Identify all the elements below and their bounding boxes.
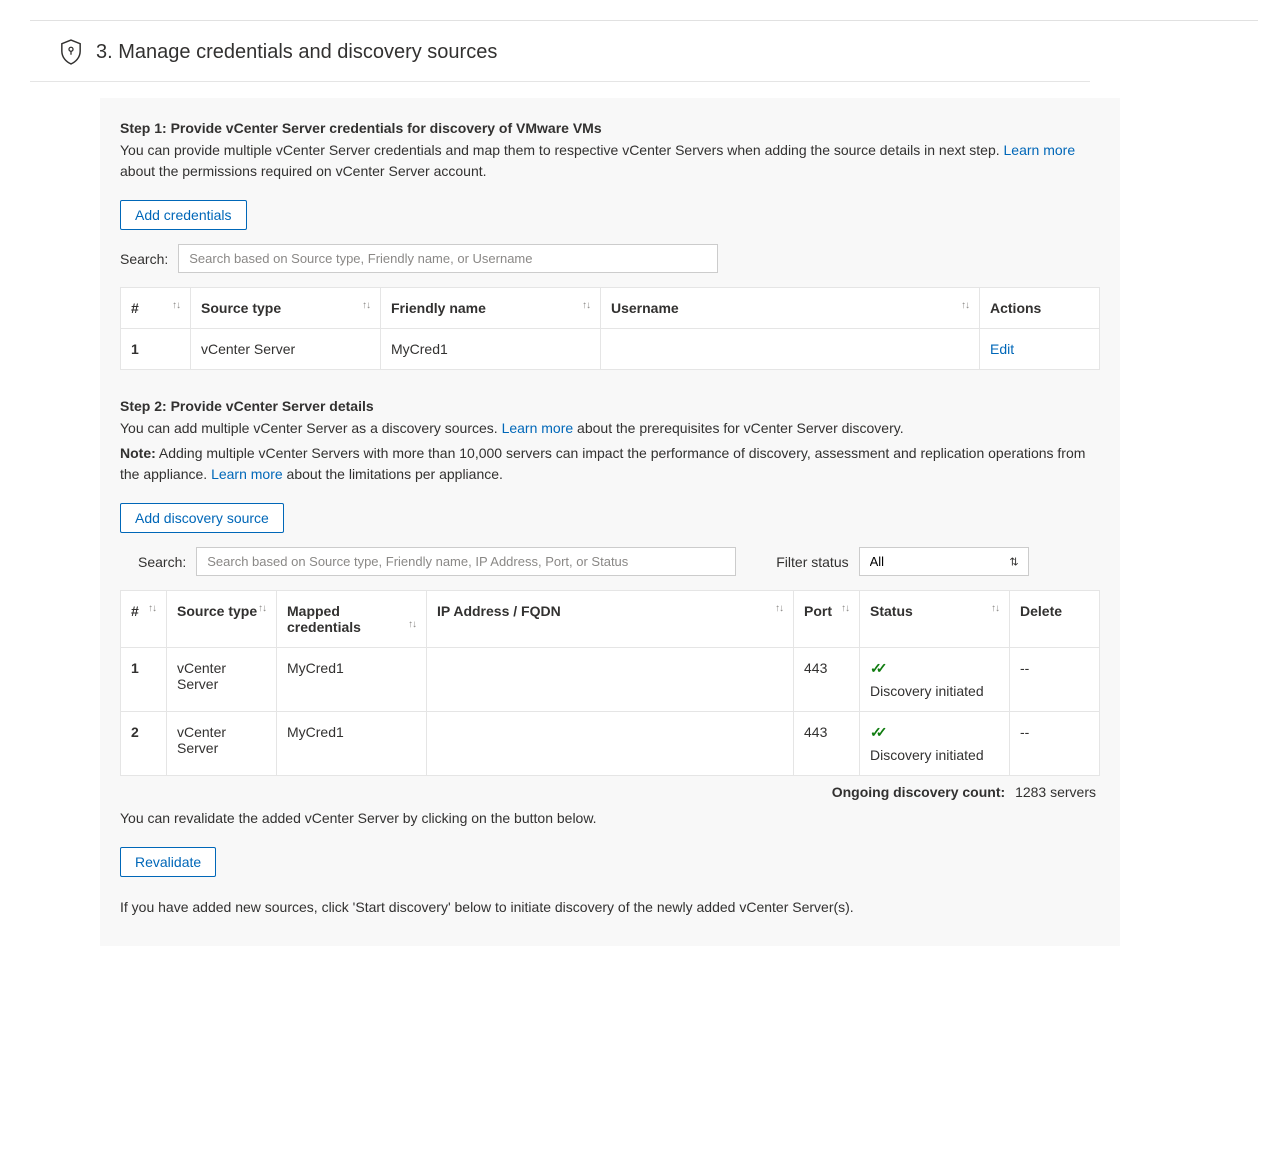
cell-source-type: vCenter Server xyxy=(167,712,277,776)
col-num[interactable]: #↑↓ xyxy=(121,288,191,329)
note-text2: about the limitations per appliance. xyxy=(283,466,503,482)
cell-ip xyxy=(427,648,794,712)
sort-icon: ↑↓ xyxy=(841,603,849,614)
discovery-count: Ongoing discovery count: 1283 servers xyxy=(120,784,1100,800)
step2-description: You can add multiple vCenter Server as a… xyxy=(120,418,1100,439)
cell-status: ✓✓ Discovery initiated xyxy=(860,712,1010,776)
col-delete: Delete xyxy=(1010,591,1100,648)
table-header-row: #↑↓ Source type↑↓ Mapped credentials↑↓ I… xyxy=(121,591,1100,648)
col-username[interactable]: Username↑↓ xyxy=(601,288,980,329)
cell-delete: -- xyxy=(1010,712,1100,776)
step1-title: Step 1: Provide vCenter Server credentia… xyxy=(120,120,1100,136)
filter-status-select[interactable]: All xyxy=(859,547,1029,576)
filter-status-label: Filter status xyxy=(776,554,848,570)
cell-ip xyxy=(427,712,794,776)
step1-search-input[interactable] xyxy=(178,244,718,273)
cell-num: 1 xyxy=(121,329,191,370)
cell-action: Edit xyxy=(980,329,1100,370)
revalidate-button[interactable]: Revalidate xyxy=(120,847,216,877)
cell-num: 1 xyxy=(121,648,167,712)
step2-desc-text2: about the prerequisites for vCenter Serv… xyxy=(573,420,903,436)
cell-port: 443 xyxy=(794,712,860,776)
step2-note: Note: Adding multiple vCenter Servers wi… xyxy=(120,443,1100,485)
sources-table: #↑↓ Source type↑↓ Mapped credentials↑↓ I… xyxy=(120,590,1100,776)
step2-search-input[interactable] xyxy=(196,547,736,576)
table-row: 1 vCenter Server MyCred1 Edit xyxy=(121,329,1100,370)
col-num[interactable]: #↑↓ xyxy=(121,591,167,648)
step1-desc-text2: about the permissions required on vCente… xyxy=(120,163,487,179)
step2-learn-more-link-1[interactable]: Learn more xyxy=(502,420,574,436)
edit-link[interactable]: Edit xyxy=(990,341,1014,357)
step2-desc-text: You can add multiple vCenter Server as a… xyxy=(120,420,502,436)
note-label: Note: xyxy=(120,445,156,461)
cell-status: ✓✓ Discovery initiated xyxy=(860,648,1010,712)
cell-delete: -- xyxy=(1010,648,1100,712)
sort-icon: ↑↓ xyxy=(961,300,969,311)
col-actions: Actions xyxy=(980,288,1100,329)
checkmark-icon: ✓✓ xyxy=(870,724,881,741)
table-row: 1 vCenter Server MyCred1 443 ✓✓ Discover… xyxy=(121,648,1100,712)
step1-learn-more-link[interactable]: Learn more xyxy=(1004,142,1076,158)
col-source-type[interactable]: Source type↑↓ xyxy=(191,288,381,329)
sort-icon: ↑↓ xyxy=(582,300,590,311)
sort-icon: ↑↓ xyxy=(258,603,266,614)
credentials-table: #↑↓ Source type↑↓ Friendly name↑↓ Userna… xyxy=(120,287,1100,370)
step1-search-label: Search: xyxy=(120,251,168,267)
cell-num: 2 xyxy=(121,712,167,776)
table-row: 2 vCenter Server MyCred1 443 ✓✓ Discover… xyxy=(121,712,1100,776)
step1-search-row: Search: xyxy=(120,244,1100,273)
col-friendly-name[interactable]: Friendly name↑↓ xyxy=(381,288,601,329)
discovery-count-label: Ongoing discovery count: xyxy=(832,784,1005,800)
step1-description: You can provide multiple vCenter Server … xyxy=(120,140,1100,182)
status-text: Discovery initiated xyxy=(870,747,984,763)
filter-status-select-wrap: All xyxy=(859,547,1029,576)
content-panel: Step 1: Provide vCenter Server credentia… xyxy=(100,98,1120,946)
add-credentials-button[interactable]: Add credentials xyxy=(120,200,247,230)
add-discovery-source-button[interactable]: Add discovery source xyxy=(120,503,284,533)
step2-learn-more-link-2[interactable]: Learn more xyxy=(211,466,283,482)
revalidate-description: You can revalidate the added vCenter Ser… xyxy=(120,808,1100,829)
cell-mapped: MyCred1 xyxy=(277,648,427,712)
status-text: Discovery initiated xyxy=(870,683,984,699)
step2-title: Step 2: Provide vCenter Server details xyxy=(120,398,1100,414)
col-source-type[interactable]: Source type↑↓ xyxy=(167,591,277,648)
cell-mapped: MyCred1 xyxy=(277,712,427,776)
discovery-count-value: 1283 servers xyxy=(1015,784,1096,800)
cell-source-type: vCenter Server xyxy=(167,648,277,712)
step2-search-label: Search: xyxy=(138,554,186,570)
sort-icon: ↑↓ xyxy=(991,603,999,614)
sort-icon: ↑↓ xyxy=(172,300,180,311)
page-title: 3. Manage credentials and discovery sour… xyxy=(96,41,497,64)
cell-username xyxy=(601,329,980,370)
section-header: 3. Manage credentials and discovery sour… xyxy=(30,21,1090,82)
sort-icon: ↑↓ xyxy=(362,300,370,311)
col-ip[interactable]: IP Address / FQDN↑↓ xyxy=(427,591,794,648)
table-header-row: #↑↓ Source type↑↓ Friendly name↑↓ Userna… xyxy=(121,288,1100,329)
new-sources-description: If you have added new sources, click 'St… xyxy=(120,897,1100,918)
sort-icon: ↑↓ xyxy=(408,619,416,630)
col-status[interactable]: Status↑↓ xyxy=(860,591,1010,648)
sort-icon: ↑↓ xyxy=(148,603,156,614)
col-port[interactable]: Port↑↓ xyxy=(794,591,860,648)
col-mapped[interactable]: Mapped credentials↑↓ xyxy=(277,591,427,648)
cell-friendly-name: MyCred1 xyxy=(381,329,601,370)
shield-icon xyxy=(60,39,82,65)
checkmark-icon: ✓✓ xyxy=(870,660,881,677)
cell-port: 443 xyxy=(794,648,860,712)
step1-desc-text: You can provide multiple vCenter Server … xyxy=(120,142,1004,158)
cell-source-type: vCenter Server xyxy=(191,329,381,370)
step2-search-row: Search: Filter status All xyxy=(120,547,1100,576)
sort-icon: ↑↓ xyxy=(775,603,783,614)
